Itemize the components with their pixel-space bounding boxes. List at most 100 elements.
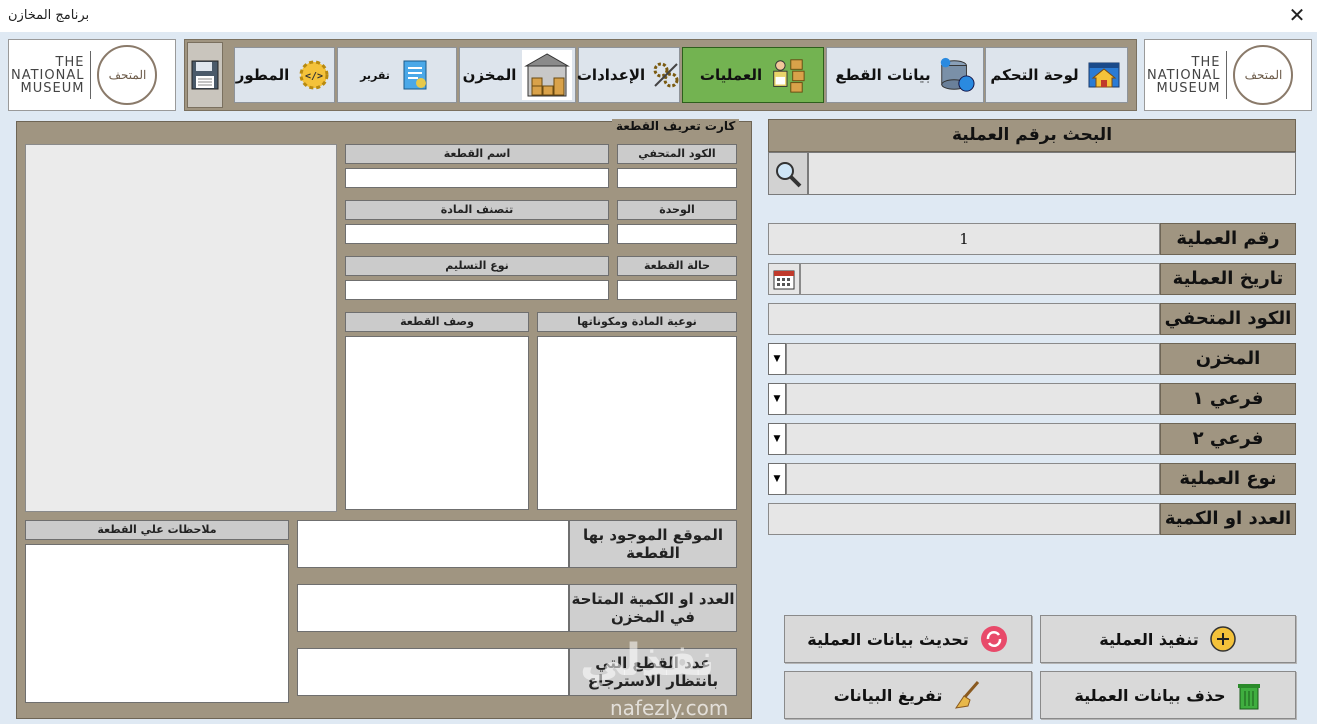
museum-code-input[interactable] [617,168,737,188]
trash-icon [1237,684,1260,710]
op-number-field[interactable]: 1 [768,223,1160,255]
op-date-label: تاريخ العملية [1160,263,1296,295]
museum-emblem-icon: المتحف [1233,45,1294,105]
nav-pieces-data-label: بيانات القطع [835,66,931,84]
material-class-label: تتصنف المادة [345,200,609,220]
logo-divider [90,51,92,99]
close-button[interactable]: ✕ [1285,4,1309,28]
nav-pieces-data[interactable]: بيانات القطع [826,47,984,103]
sub1-label: فرعي ١ [1160,383,1296,415]
museum-logo-left: THE NATIONAL MUSEUM المتحف [8,39,176,111]
piece-state-label: حالة القطعة [617,256,737,276]
op-type-dropdown-button[interactable]: ▼ [768,463,786,495]
sub2-label: فرعي ٢ [1160,423,1296,455]
save-button[interactable] [187,42,223,108]
store-select[interactable] [786,343,1160,375]
sub2-select[interactable] [786,423,1160,455]
notes-textarea[interactable] [25,544,289,703]
nav-warehouse-label: المخزن [462,66,517,84]
logo-line-1: THE [55,54,85,70]
house-icon [1085,56,1123,94]
piece-card-title: كارت تعريف القطعة [612,119,740,133]
museum-code-right-input[interactable] [768,303,1160,335]
piece-name-input[interactable] [345,168,609,188]
svg-text:</>: </> [305,71,323,82]
available-qty-label: العدد او الكمية المتاحة في المخزن [569,584,737,632]
material-class-input[interactable] [345,224,609,244]
logo-line-1: THE [1191,54,1221,70]
execute-button[interactable]: تنفيذ العملية [1040,615,1296,663]
qty-input[interactable] [768,503,1160,535]
nav-developer[interactable]: </> المطور [234,47,335,103]
nav-dashboard[interactable]: لوحة التحكم [985,47,1128,103]
nav-settings[interactable]: الإعدادات [576,47,681,103]
plus-circle-icon [1209,626,1236,652]
op-type-select[interactable] [786,463,1160,495]
museum-code-label: الكود المتحفي [617,144,737,164]
delete-label: حذف بيانات العملية [1074,685,1226,705]
gears-icon [651,56,681,94]
nav-report[interactable]: تقرير [337,47,457,103]
floppy-disk-icon [191,60,219,90]
calendar-button[interactable] [768,263,800,295]
search-input[interactable] [808,152,1296,195]
database-icon [937,56,975,94]
watermark-site: nafezly.com [610,696,729,720]
piece-name-label: اسم القطعة [345,144,609,164]
nav-dashboard-label: لوحة التحكم [990,66,1079,84]
museum-wordmark: THE NATIONAL MUSEUM [11,56,84,95]
sub2-dropdown-button[interactable]: ▼ [768,423,786,455]
sub1-dropdown-button[interactable]: ▼ [768,383,786,415]
nav-developer-label: المطور [235,66,290,84]
update-label: تحديث بيانات العملية [807,629,969,649]
material-type-label: نوعية المادة ومكوناتها [537,312,737,332]
delivery-type-label: نوع التسليم [345,256,609,276]
location-label: الموقع الموجود بها القطعة [569,520,737,568]
piece-photo-box[interactable] [25,144,337,512]
unit-input[interactable] [617,224,737,244]
logo-line-2: NATIONAL [1147,67,1221,83]
unit-label: الوحدة [617,200,737,220]
museum-code-right-label: الكود المتحفي [1160,303,1296,335]
op-number-label: رقم العملية [1160,223,1296,255]
report-icon [396,56,434,94]
nav-report-label: تقرير [360,68,390,82]
delete-button[interactable]: حذف بيانات العملية [1040,671,1296,719]
qty-label: العدد او الكمية [1160,503,1296,535]
warehouse-icon [522,50,573,100]
nav-operations[interactable]: العمليات [682,47,824,103]
museum-logo-right: THE NATIONAL MUSEUM المتحف [1144,39,1312,111]
clear-label: تفريغ البيانات [833,685,943,705]
execute-label: تنفيذ العملية [1099,629,1199,649]
notes-label: ملاحظات علي القطعة [25,520,289,540]
pending-qty-input[interactable] [297,648,569,696]
logo-divider [1226,51,1228,99]
store-dropdown-button[interactable]: ▼ [768,343,786,375]
nav-settings-label: الإعدادات [576,66,646,84]
refresh-icon [980,626,1007,652]
logo-line-3: MUSEUM [1156,80,1221,96]
piece-desc-textarea[interactable] [345,336,529,510]
watermark-brand: نفذلي [580,635,715,686]
op-type-label: نوع العملية [1160,463,1296,495]
sub1-select[interactable] [786,383,1160,415]
update-button[interactable]: تحديث بيانات العملية [784,615,1032,663]
worker-boxes-icon [768,56,806,94]
piece-desc-label: وصف القطعة [345,312,529,332]
search-button[interactable] [768,152,808,195]
broom-icon [955,681,980,709]
museum-wordmark: THE NATIONAL MUSEUM [1147,56,1220,95]
nav-warehouse[interactable]: المخزن [459,47,576,103]
clear-button[interactable]: تفريغ البيانات [784,671,1032,719]
delivery-type-input[interactable] [345,280,609,300]
location-input[interactable] [297,520,569,568]
available-qty-input[interactable] [297,584,569,632]
calendar-icon [773,270,795,290]
code-gear-icon: </> [295,56,333,94]
material-type-textarea[interactable] [537,336,737,510]
store-label: المخزن [1160,343,1296,375]
op-date-input[interactable] [800,263,1160,295]
logo-line-2: NATIONAL [11,67,85,83]
piece-state-input[interactable] [617,280,737,300]
search-title: البحث برقم العملية [768,119,1296,152]
